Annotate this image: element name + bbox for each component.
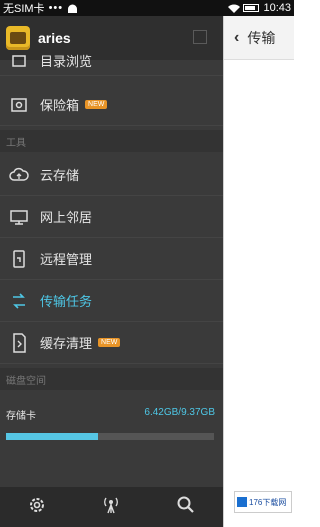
storage-progress-fill: [6, 433, 98, 440]
section-header-disk: 磁盘空间: [0, 368, 223, 390]
sidebar-item-label: 远程管理: [40, 252, 93, 267]
sidebar-item-label: 传输任务: [40, 294, 93, 309]
sidebar-item-cloud[interactable]: 云存储: [0, 154, 223, 196]
sidebar-item-network[interactable]: 网上邻居: [0, 196, 223, 238]
safe-icon: [8, 94, 30, 116]
clock: 10:43: [263, 2, 291, 14]
panel-header: ‹ 传输: [224, 16, 294, 60]
search-icon: [176, 495, 196, 520]
sidebar-item-safe[interactable]: 保险箱 NEW: [0, 84, 223, 126]
logo-icon: [237, 497, 247, 507]
signal-button[interactable]: [96, 492, 126, 522]
sidebar-item-label: 保险箱: [40, 98, 80, 113]
section-header-tools: 工具: [0, 130, 223, 152]
android-icon: [67, 4, 78, 13]
app-name: aries: [38, 30, 71, 46]
cache-icon: [8, 332, 30, 354]
gear-icon: [27, 495, 47, 520]
sidebar-item-label: 网上邻居: [40, 210, 93, 225]
content-panel: ‹ 传输 176下载网: [223, 16, 294, 527]
new-badge: NEW: [98, 338, 121, 347]
storage-usage: 6.42GB/9.37GB: [144, 407, 215, 418]
sidebar-item-cache[interactable]: 缓存清理 NEW: [0, 322, 223, 364]
monitor-icon: [8, 206, 30, 228]
notification-dots: •••: [48, 2, 64, 14]
remote-icon: [8, 248, 30, 270]
back-button[interactable]: ‹: [234, 29, 239, 47]
sidebar-item-browse[interactable]: 目录浏览: [0, 46, 223, 76]
window-icon[interactable]: [193, 30, 207, 44]
transfer-icon: [8, 290, 30, 312]
cloud-icon: [8, 164, 30, 186]
navigation-drawer: aries 目录浏览 保险箱 NEW 工具 云存储 网上邻居 远程管理 传输任务…: [0, 16, 223, 527]
carrier-text: 无SIM卡: [3, 3, 45, 15]
sidebar-item-label: 缓存清理: [40, 336, 93, 351]
antenna-icon: [101, 495, 121, 520]
page-title: 传输: [247, 29, 276, 46]
storage-progress-bar: [6, 433, 214, 440]
search-button[interactable]: [171, 492, 201, 522]
settings-button[interactable]: [22, 492, 52, 522]
storage-name: 存储卡: [6, 411, 36, 422]
folder-icon: [8, 50, 30, 72]
watermark-logo: 176下载网: [234, 491, 292, 513]
new-badge: NEW: [85, 100, 108, 109]
sidebar-item-transfer[interactable]: 传输任务: [0, 280, 223, 322]
drawer-bottom-bar: [0, 487, 223, 527]
storage-card[interactable]: 存储卡 6.42GB/9.37GB: [0, 399, 223, 459]
sidebar-item-remote[interactable]: 远程管理: [0, 238, 223, 280]
sidebar-item-label: 目录浏览: [40, 54, 93, 69]
status-bar: 无SIM卡 ••• 10:43: [0, 0, 294, 16]
battery-icon: [243, 4, 260, 12]
sidebar-item-label: 云存储: [40, 168, 80, 183]
wifi-icon: [228, 4, 241, 13]
watermark-text: 176下载网: [249, 497, 287, 507]
